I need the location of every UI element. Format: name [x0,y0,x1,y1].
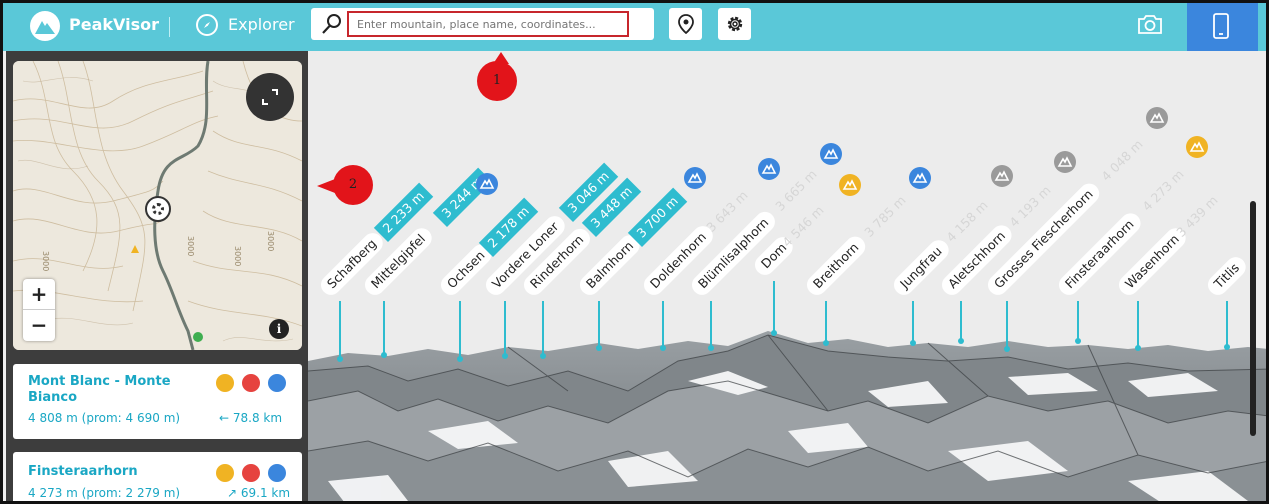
search-box [311,8,654,40]
peak-dot [596,345,602,351]
explorer-nav-link[interactable]: Explorer [228,15,295,34]
peak-stem [459,301,461,359]
peak-stem [912,301,914,343]
peak-stem [1226,301,1228,347]
peak-blue-icon [268,464,286,482]
distance-value: 69.1 km [240,486,291,500]
direction-arrow-icon: ↗ [227,486,238,500]
map-contour-label: 3000 [186,236,195,256]
peak-stem [825,301,827,343]
peak-card-icons [216,374,296,394]
zoom-out-button[interactable]: − [23,310,55,341]
peak-dot [502,353,508,359]
peak-type-icon[interactable] [991,165,1013,187]
mobile-app-button[interactable] [1187,3,1258,51]
peak-dot [457,356,463,362]
peak-card-distance: ← 78.8 km [219,411,282,425]
peak-dot [958,338,964,344]
location-pin-icon [678,14,694,34]
peak-type-icon[interactable] [1186,136,1208,158]
location-button[interactable] [669,8,702,40]
search-icon[interactable] [321,13,343,35]
map-contour-label: 3000 [233,246,242,266]
peak-yellow-icon [216,374,234,392]
peak-stem [773,281,775,333]
peak-stem [339,301,341,359]
peak-dot [1135,345,1141,351]
distance-value: 78.8 km [232,411,283,425]
smartphone-icon [1213,13,1229,39]
peak-dot [1075,338,1081,344]
peak-card-distance: ↗ 69.1 km [227,486,290,500]
peak-card-title[interactable]: Finsteraarhorn [28,464,198,480]
app-window: PeakVisor Explorer Enter mountain, place… [0,0,1269,504]
peak-stem [1077,301,1079,341]
peak-dot [771,330,777,336]
peak-dot [708,345,714,351]
peak-dot [910,340,916,346]
peak-stem [710,301,712,348]
viewpoint-icon[interactable] [145,196,171,222]
peak-stem [662,301,664,348]
peak-stem [1006,301,1008,349]
zoom-controls: + − [23,279,55,341]
peak-card-icons [216,464,296,484]
mini-map[interactable]: 3000 3000 3000 3000 + − i [13,61,302,350]
sidebar: 3000 3000 3000 3000 + − i Mont Blanc - M… [6,51,308,501]
peak-stem [504,301,506,356]
peak-yellow-icon [216,464,234,482]
annotation-marker-2: 2 [333,165,373,205]
map-contour-label: 3000 [266,231,275,251]
annotation-marker-2-pointer [317,179,335,193]
peak-type-icon[interactable] [820,143,842,165]
peak-dot [337,356,343,362]
direction-arrow-icon: ← [219,411,230,425]
peak-card-meta: 4 808 m (prom: 4 690 m) [28,411,181,425]
peak-type-icon[interactable] [1054,151,1076,173]
fullscreen-button[interactable] [246,73,294,121]
settings-button[interactable] [718,8,751,40]
peak-red-icon [242,464,260,482]
top-bar-divider [169,17,170,37]
peak-card-title[interactable]: Mont Blanc - Monte Bianco [28,374,198,406]
panorama-scrollbar[interactable] [1250,201,1256,436]
peak-card[interactable]: Mont Blanc - Monte Bianco 4 808 m (prom:… [13,364,302,439]
peak-dot [823,340,829,346]
peak-type-icon[interactable] [839,174,861,196]
brand-name[interactable]: PeakVisor [69,15,159,34]
peak-blue-icon [268,374,286,392]
peak-stem [542,301,544,356]
peak-red-icon [242,374,260,392]
peak-card-meta: 4 273 m (prom: 2 279 m) [28,486,181,500]
peak-dot [1224,344,1230,350]
zoom-in-button[interactable]: + [23,279,55,310]
annotation-marker-1: 1 [477,61,517,101]
map-contour-label: 3000 [41,251,50,271]
search-input[interactable] [347,11,629,37]
peak-dot [381,352,387,358]
info-icon[interactable]: i [269,319,289,339]
peak-type-icon[interactable] [1146,107,1168,129]
top-bar: PeakVisor Explorer [3,3,1266,51]
peak-stem [1137,301,1139,348]
peak-type-icon[interactable] [758,158,780,180]
peak-card[interactable]: Finsteraarhorn 4 273 m (prom: 2 279 m) ↗… [13,452,302,501]
camera-icon[interactable] [1137,13,1163,35]
peak-type-icon[interactable] [684,167,706,189]
annotation-marker-1-pointer [493,52,509,64]
peak-type-icon[interactable] [909,167,931,189]
peak-type-icon[interactable] [476,173,498,195]
compass-icon[interactable] [196,14,218,36]
peak-dot [660,345,666,351]
peak-dot [1004,346,1010,352]
peakvisor-logo-icon[interactable] [30,11,60,41]
peak-stem [960,301,962,341]
peak-dot [540,353,546,359]
peak-stem [598,301,600,348]
gear-icon [727,16,743,32]
panorama-view[interactable]: Schafberg 2 233 m Mittelgipfel 3 244 m Ochse… [308,51,1266,501]
expand-icon [262,89,278,105]
peak-stem [383,301,385,355]
